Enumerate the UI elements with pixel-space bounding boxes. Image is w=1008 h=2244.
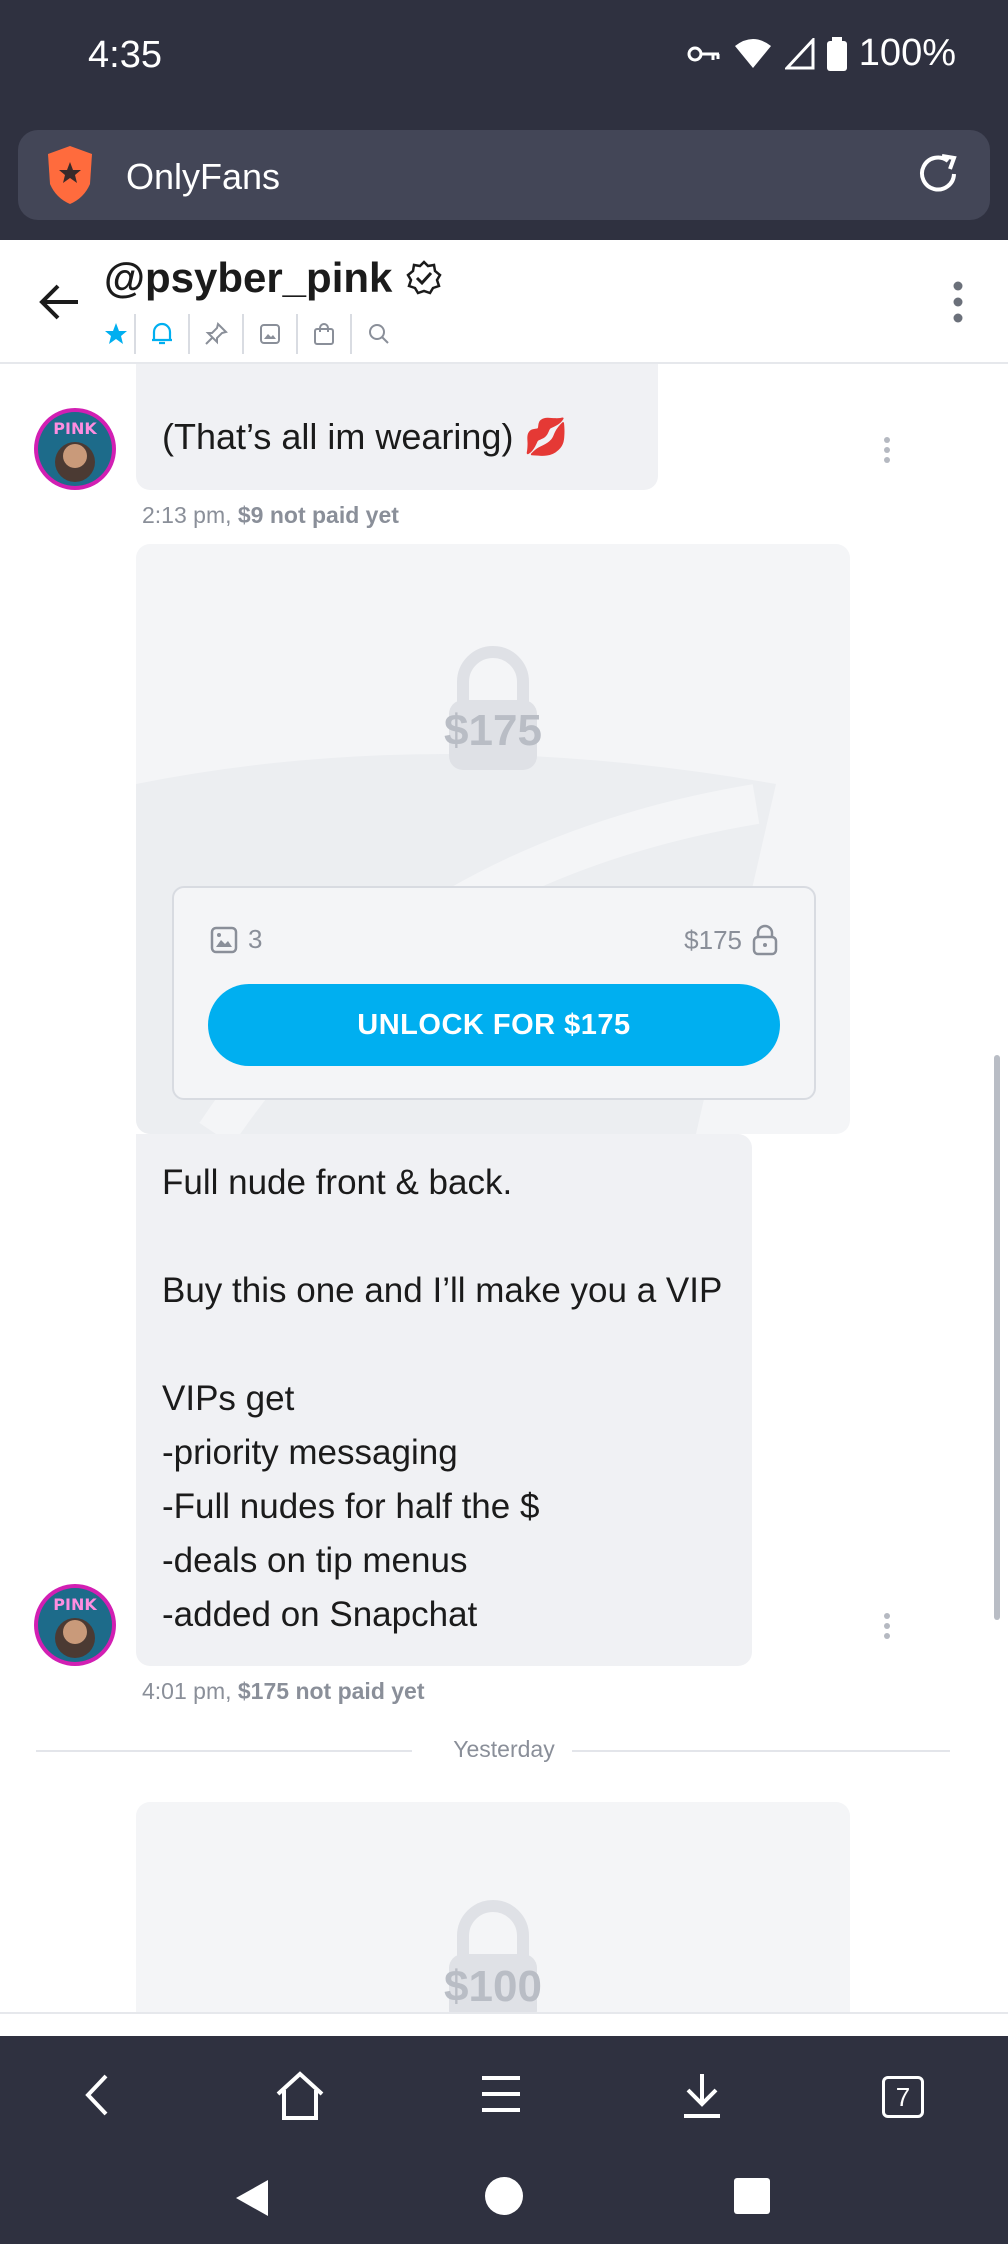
scrollbar[interactable]: [994, 1055, 1000, 1620]
message-text: Full nude front & back. Buy this one and…: [162, 1156, 722, 1642]
message-meta: 2:13 pm, $9 not paid yet: [142, 502, 399, 529]
status-bar: 4:35 100%: [0, 0, 1008, 118]
message-time: 2:13 pm,: [142, 502, 232, 528]
verified-icon: [406, 260, 443, 295]
reload-icon[interactable]: [914, 150, 962, 198]
message-line: [162, 1318, 722, 1372]
svg-text:PINK: PINK: [53, 1595, 97, 1614]
wifi-icon: [734, 38, 771, 68]
browser-bottom-toolbar: 7: [0, 2036, 1008, 2168]
locked-price: $175: [444, 706, 542, 755]
android-nav-bar: [0, 2168, 1008, 2244]
message-line: -deals on tip menus: [162, 1541, 468, 1580]
payment-status: $175 not paid yet: [237, 1678, 425, 1704]
message-options-icon[interactable]: [882, 1612, 892, 1640]
message-time: 4:01 pm,: [142, 1678, 232, 1704]
shopping-bag-icon[interactable]: [298, 314, 352, 354]
message-line: -priority messaging: [162, 1433, 458, 1472]
message-line: -Full nudes for half the $: [162, 1487, 540, 1526]
status-icons: 100%: [687, 32, 956, 75]
message-line: Buy this one and I’ll make you a VIP: [162, 1271, 723, 1310]
back-arrow-icon[interactable]: [38, 280, 82, 324]
media-count: 3: [210, 924, 262, 955]
message-line: [162, 1210, 722, 1264]
media-count-value: 3: [248, 924, 263, 954]
vpn-key-icon: [687, 46, 720, 61]
image-icon: [210, 926, 238, 953]
more-options-icon[interactable]: [952, 280, 964, 324]
locked-media-card[interactable]: $100: [136, 1802, 850, 2012]
username-text: @psyber_pink: [104, 254, 393, 301]
nav-recents-icon[interactable]: [734, 2178, 770, 2214]
locked-info-box: 3 $175 UNLOCK FOR $175: [172, 886, 816, 1100]
message-line: VIPs get: [162, 1379, 295, 1418]
price-label: $175: [684, 924, 742, 955]
message-text: (That’s all im wearing) 💋: [162, 416, 569, 457]
status-time: 4:35: [88, 34, 162, 76]
message-options-icon[interactable]: [882, 436, 892, 464]
gallery-icon[interactable]: [244, 314, 298, 354]
nav-home-icon[interactable]: [484, 2176, 524, 2216]
browser-toolbar: OnlyFans: [0, 118, 1008, 240]
chat-actions: [104, 314, 406, 354]
message-line: Full nude front & back.: [162, 1163, 513, 1202]
pin-icon[interactable]: [190, 314, 244, 354]
search-icon[interactable]: [352, 314, 406, 354]
date-divider-label: Yesterday: [453, 1736, 555, 1762]
payment-status: $9 not paid yet: [237, 502, 399, 528]
nav-back-icon[interactable]: [232, 2176, 272, 2220]
signal-icon: [784, 37, 815, 69]
message-bubble: (That’s all im wearing) 💋: [136, 364, 658, 490]
locked-media-card[interactable]: $175 3 $175 UNLOCK FOR $175: [136, 544, 850, 1134]
chat-username[interactable]: @psyber_pink: [104, 254, 443, 302]
message-line: -added on Snapchat: [162, 1595, 478, 1634]
locked-price: $100: [444, 1962, 542, 2011]
svg-text:PINK: PINK: [53, 419, 97, 438]
avatar[interactable]: PINK: [34, 1584, 116, 1666]
unlock-button[interactable]: UNLOCK FOR $175: [208, 984, 780, 1066]
home-icon[interactable]: [272, 2070, 328, 2122]
download-icon[interactable]: [680, 2070, 724, 2120]
brave-shield-icon[interactable]: [44, 144, 96, 206]
notifications-bell-icon[interactable]: [136, 314, 190, 354]
message-meta: 4:01 pm, $175 not paid yet: [142, 1678, 425, 1705]
address-bar[interactable]: OnlyFans: [18, 130, 990, 220]
favorite-star-icon[interactable]: [104, 314, 136, 354]
tabs-count-button[interactable]: 7: [882, 2076, 924, 2118]
avatar[interactable]: PINK: [34, 408, 116, 490]
battery-level: 100%: [858, 32, 956, 74]
back-icon[interactable]: [82, 2070, 112, 2120]
input-area-edge: [0, 2012, 1008, 2036]
battery-icon: [826, 36, 847, 71]
message-bubble: Full nude front & back. Buy this one and…: [136, 1134, 752, 1666]
site-name: OnlyFans: [126, 156, 281, 197]
chat-header: @psyber_pink: [0, 240, 1008, 364]
padlock-icon: [752, 924, 778, 956]
menu-icon[interactable]: [480, 2074, 522, 2114]
price-lock: $175: [684, 924, 778, 956]
